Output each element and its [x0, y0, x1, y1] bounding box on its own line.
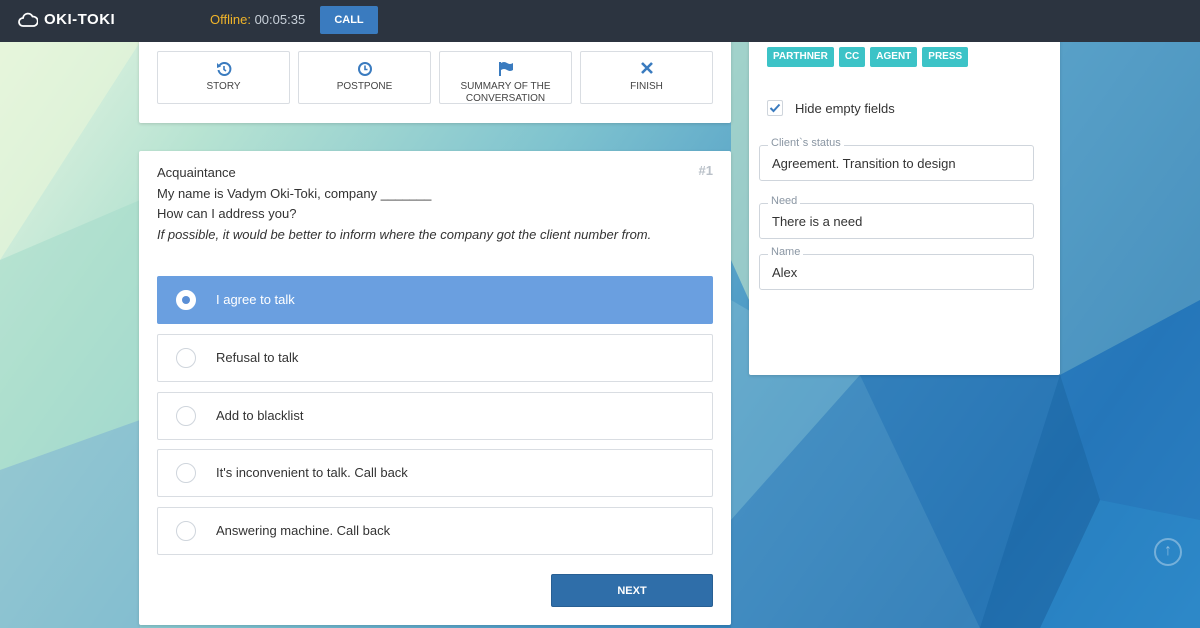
option-label: Answering machine. Call back — [216, 523, 391, 538]
field-value: There is a need — [772, 214, 863, 229]
finish-button[interactable]: FINISH — [580, 51, 713, 104]
script-line: How can I address you? — [157, 206, 297, 221]
radio-button[interactable] — [176, 348, 196, 368]
tag-parthner[interactable]: PARTHNER — [767, 47, 834, 67]
call-timer: 00:05:35 — [254, 12, 306, 27]
postpone-button[interactable]: POSTPONE — [298, 51, 431, 104]
arrow-up-icon: ↑ — [1164, 542, 1172, 559]
radio-button[interactable] — [176, 463, 196, 483]
hide-empty-checkbox[interactable] — [767, 100, 783, 116]
close-icon — [581, 61, 712, 79]
radio-button[interactable] — [176, 290, 196, 310]
field-label: Client`s status — [768, 137, 844, 149]
finish-label: FINISH — [630, 81, 663, 92]
field-label: Name — [768, 246, 804, 258]
call-button[interactable]: CALL — [320, 6, 378, 34]
option-label: Refusal to talk — [216, 350, 299, 365]
option-label: I agree to talk — [216, 292, 295, 307]
name-field[interactable]: Name Alex — [759, 246, 1034, 290]
actions-panel: STORY POSTPONE SUMMARY OF THE CONVERSATI… — [139, 36, 731, 123]
story-label: STORY — [206, 81, 241, 92]
option-label: It's inconvenient to talk. Call back — [216, 465, 408, 480]
script-hint: If possible, it would be better to infor… — [157, 226, 652, 242]
script-text: Acquaintance My name is Vadym Oki-Toki, … — [157, 163, 697, 245]
logo-text: OKI-TOKI — [44, 11, 116, 28]
script-line: My name is Vadym Oki-Toki, company _____… — [157, 185, 432, 201]
hide-empty-label: Hide empty fields — [795, 100, 895, 116]
field-value: Alex — [772, 265, 798, 280]
summary-label: SUMMARY OF THE CONVERSATION — [460, 81, 551, 104]
script-panel: #1 Acquaintance My name is Vadym Oki-Tok… — [139, 151, 731, 625]
option-blacklist[interactable]: Add to blacklist — [157, 392, 713, 440]
flag-icon — [440, 61, 571, 79]
script-heading: Acquaintance — [157, 165, 236, 180]
tag-press[interactable]: PRESS — [922, 47, 969, 67]
client-info-panel: PARTHNER CC AGENT PRESS Hide empty field… — [749, 36, 1060, 375]
radio-button[interactable] — [176, 521, 196, 541]
clock-icon — [299, 61, 430, 79]
logo[interactable]: OKI-TOKI — [18, 11, 115, 28]
radio-button[interactable] — [176, 406, 196, 426]
option-label: Add to blacklist — [216, 408, 304, 423]
option-answering-machine[interactable]: Answering machine. Call back — [157, 507, 713, 555]
next-button[interactable]: NEXT — [551, 574, 713, 607]
postpone-label: POSTPONE — [336, 81, 393, 92]
field-value: Agreement. Transition to design — [772, 156, 956, 171]
summary-button[interactable]: SUMMARY OF THE CONVERSATION — [439, 51, 572, 104]
checkmark-icon — [769, 103, 781, 113]
client-status-field[interactable]: Client`s status Agreement. Transition to… — [759, 137, 1034, 181]
field-label: Need — [768, 195, 801, 207]
status-label: Offline: — [210, 12, 251, 27]
tag-agent[interactable]: AGENT — [870, 47, 918, 67]
tag-cc[interactable]: CC — [838, 47, 866, 67]
history-icon — [158, 61, 289, 79]
tag-list: PARTHNER CC AGENT PRESS — [767, 47, 969, 67]
hide-empty-row: Hide empty fields — [767, 100, 895, 116]
need-field[interactable]: Need There is a need — [759, 195, 1034, 239]
option-call-back[interactable]: It's inconvenient to talk. Call back — [157, 449, 713, 497]
story-button[interactable]: STORY — [157, 51, 290, 104]
top-bar: OKI-TOKI Offline: 00:05:35 CALL — [0, 0, 1200, 42]
cloud-icon — [18, 12, 38, 27]
connection-status: Offline: 00:05:35 — [210, 12, 305, 27]
scroll-to-top-button[interactable]: ↑ — [1154, 538, 1182, 566]
option-agree[interactable]: I agree to talk — [157, 276, 713, 324]
step-number: #1 — [698, 163, 713, 178]
option-refusal[interactable]: Refusal to talk — [157, 334, 713, 382]
